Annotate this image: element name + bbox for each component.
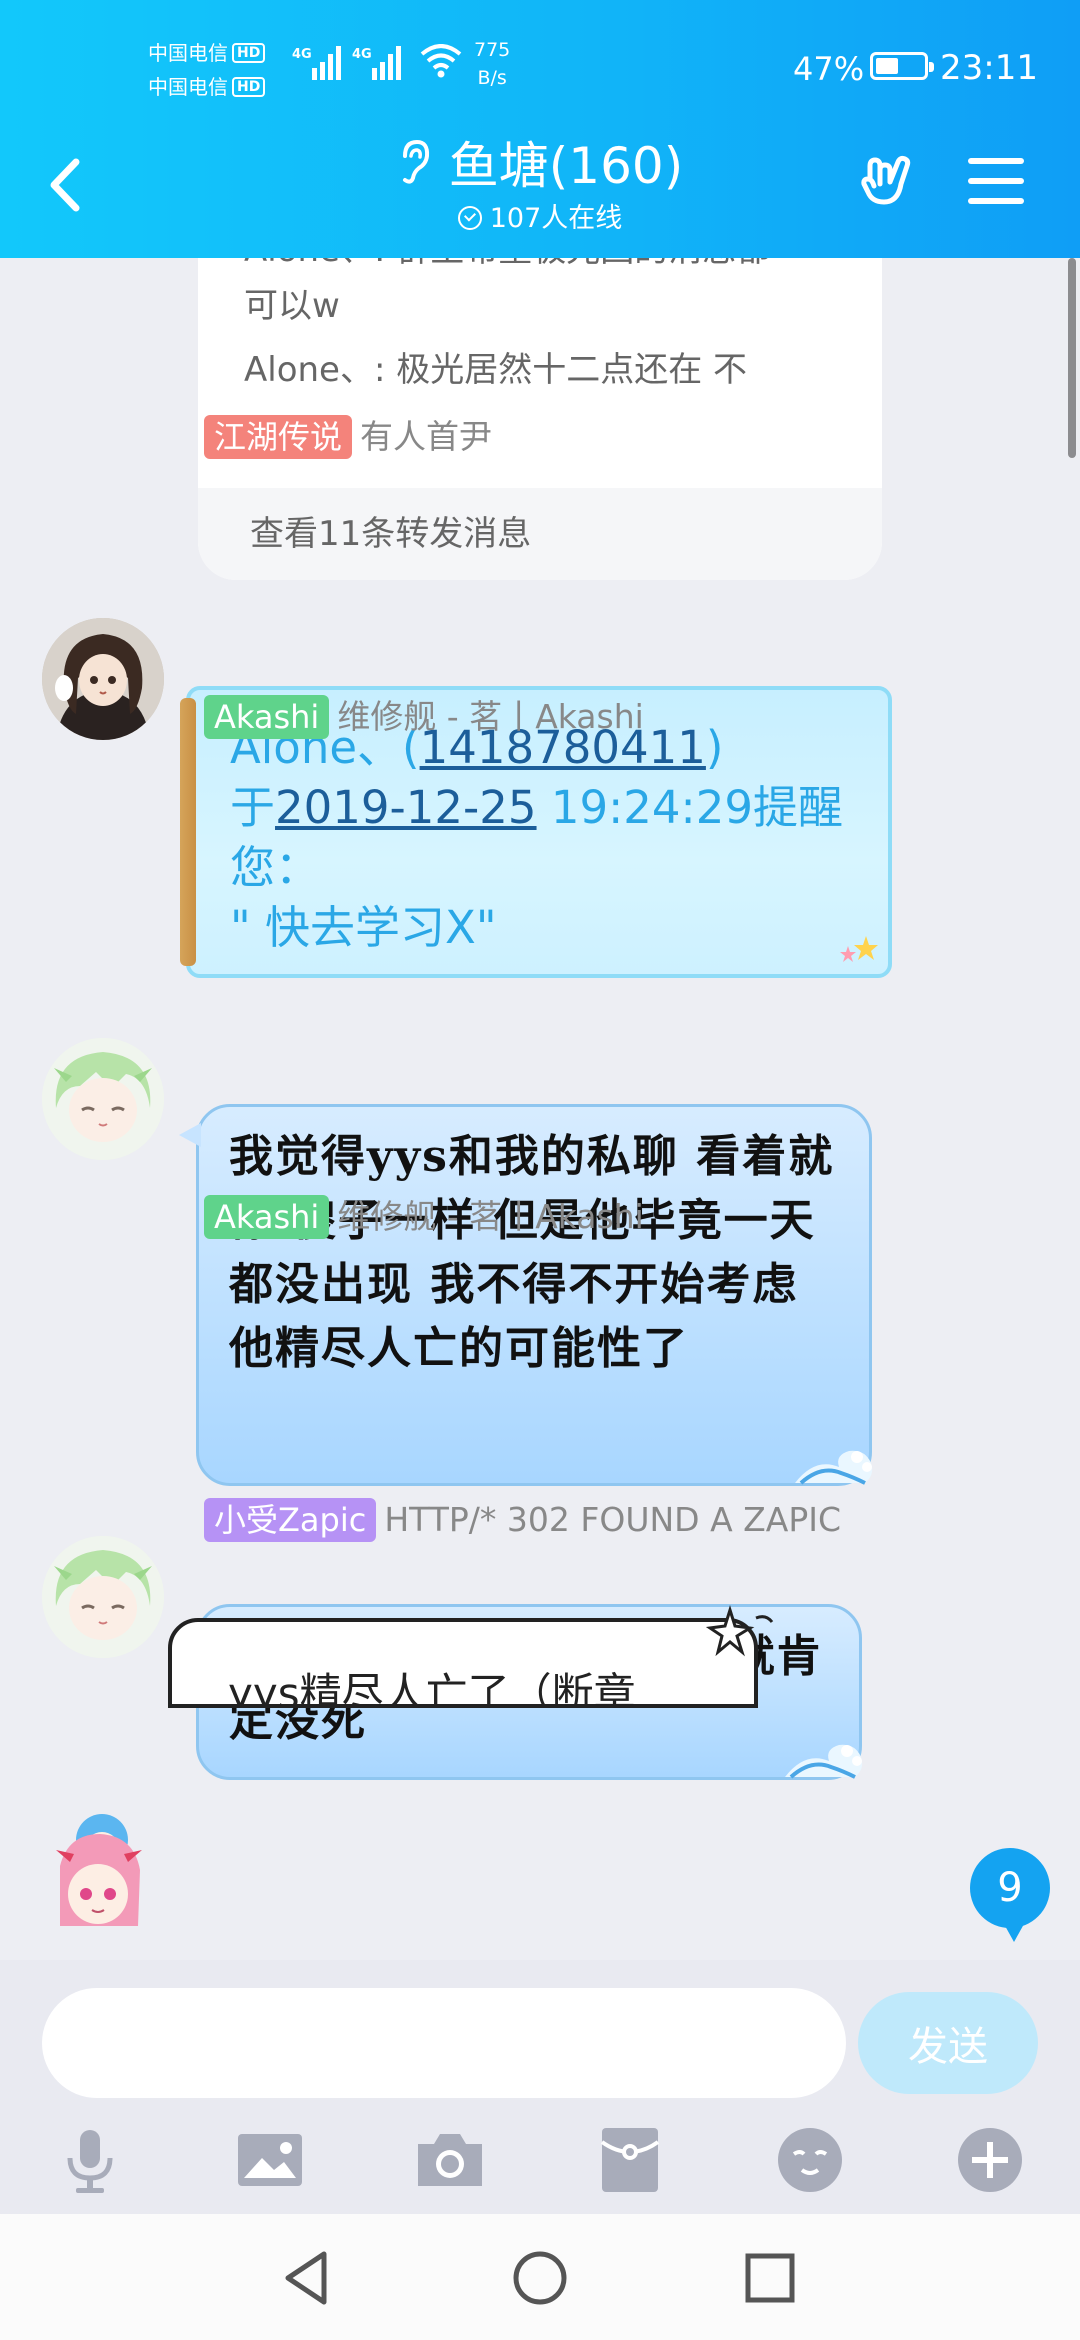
chat-title: 鱼塘(160) [448,137,684,195]
member-title-badge: 江湖传说 [204,415,353,459]
view-forwarded-link[interactable]: 查看11条转发消息 [198,488,882,580]
hd-badge: HD [232,43,266,63]
image-icon[interactable] [230,2120,310,2200]
reminder-text-part: 您： [230,841,321,894]
signal-icon: 4G 4G [292,46,401,80]
message-bubble[interactable]: yys精尽人亡了（断章 [168,1618,758,1708]
wave-decoration [795,1450,873,1485]
hd-badge: HD [232,77,266,97]
system-nav-bar [0,2214,1080,2340]
speed-value: 775 [474,39,511,61]
carrier-2: 中国电信 [148,75,228,99]
clock: 23:11 [940,48,1038,88]
member-title-badge: Akashi [204,1195,330,1239]
sparkle-decoration [705,1604,774,1657]
unread-count-badge[interactable]: 9 [970,1848,1050,1942]
message-text: 我觉得yys和我的私聊 看着就像 傻子一样 但是他毕竟一天都没出现 我不得不开始… [229,1131,835,1374]
online-text: 107人在线 [489,203,623,234]
stars-decoration [840,936,878,962]
sender-line: 小受Zapic HTTP/* 302 FOUND A ZAPIC [204,1498,841,1542]
wifi-icon [420,44,462,78]
battery-fill [876,58,898,74]
svg-text:4G: 4G [352,47,372,62]
battery-icon [870,52,934,80]
nav-home-icon[interactable] [508,2246,572,2310]
sender-name[interactable]: 维修舰 - 茗丨Akashi [337,697,644,736]
avatar[interactable] [30,1806,166,1942]
message-input[interactable] [42,1988,846,2098]
scrollbar[interactable] [1068,258,1076,458]
red-packet-icon[interactable] [590,2120,670,2200]
reminder-quote: " 快去学习X" [230,901,497,954]
nav-recents-icon[interactable] [738,2246,802,2310]
sender-line: Akashi 维修舰 - 茗丨Akashi [204,690,644,739]
sender-name[interactable]: 有人首尹 [360,417,492,456]
input-bar: 发送 [0,1960,1080,2214]
sender-line: Akashi 维修舰 - 茗丨Akashi [204,1190,644,1239]
svg-text:4G: 4G [292,47,312,62]
forward-line: 可以w [244,286,340,326]
avatar[interactable] [42,618,164,740]
avatar[interactable] [42,1038,164,1160]
forward-line: Alone、: 极光居然十二点还在 不 [244,350,748,390]
microphone-icon[interactable] [50,2120,130,2200]
reminder-text-part: 19:24:29提醒 [536,781,843,834]
carrier-info: 中国电信 HD 中国电信 HD [148,36,266,104]
hand-gesture-icon[interactable] [858,148,922,212]
chat-list[interactable]: Alone、: 群主希望极光回的消息都 可以w Alone、: 极光居然十二点还… [0,258,1080,1960]
emoji-icon[interactable] [770,2120,850,2200]
online-check-icon [457,206,482,230]
member-title-badge: 小受Zapic [204,1498,377,1542]
message-bubble[interactable]: 我觉得yys和我的私聊 看着就像 傻子一样 但是他毕竟一天都没出现 我不得不开始… [179,1104,873,1486]
message-text: yys精尽人亡了（断章 [228,1669,636,1708]
battery-percent: 47% [793,50,865,88]
camera-icon[interactable] [410,2120,490,2200]
speed-unit: B/s [477,67,507,89]
nav-back-icon[interactable] [276,2246,340,2310]
wave-decoration [785,1744,863,1779]
send-button[interactable]: 发送 [858,1992,1038,2094]
reminder-text-part: 于 [230,781,276,834]
reminder-text-part: ) [705,721,724,774]
plus-icon[interactable] [950,2120,1030,2200]
reminder-text: Alone、(1418780411) 于2019-12-25 19:24:29提… [230,718,870,958]
ear-icon [402,139,429,184]
network-speed: 775 B/s [474,36,510,92]
sender-name[interactable]: 维修舰 - 茗丨Akashi [337,1197,644,1236]
carrier-1: 中国电信 [148,41,228,65]
sender-line: 江湖传说 有人首尹 [204,410,492,459]
header: 中国电信 HD 中国电信 HD 4G 4G 775 B/s 47% 23:11 鱼塘… [0,0,1080,258]
avatar[interactable] [42,1536,164,1658]
menu-icon[interactable] [968,158,1024,204]
member-title-badge: Akashi [204,695,330,739]
date-link[interactable]: 2019-12-25 [275,781,537,834]
sender-name[interactable]: HTTP/* 302 FOUND A ZAPIC [384,1500,841,1539]
scroll-rod-decoration [180,698,196,966]
